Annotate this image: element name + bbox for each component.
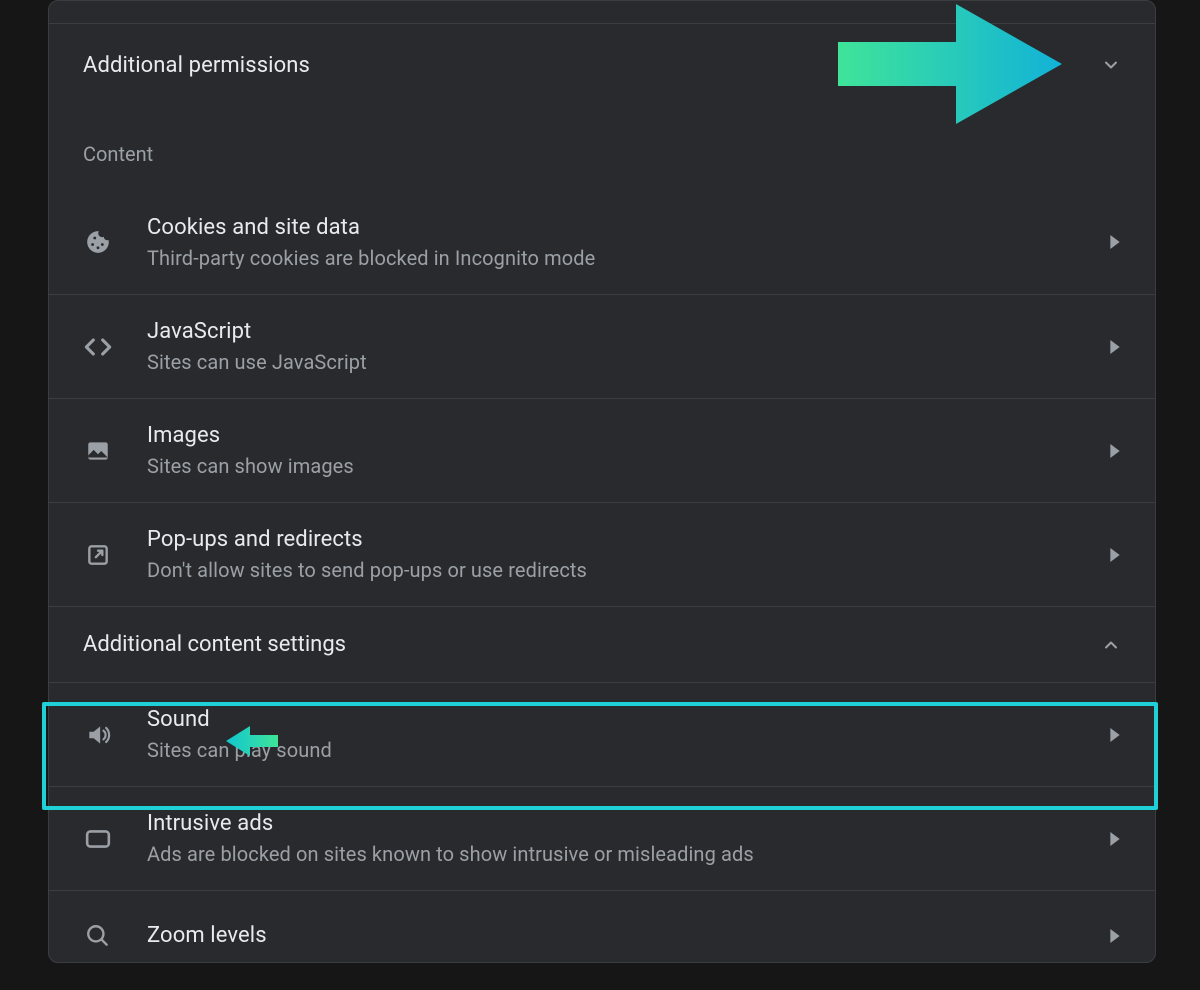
image-icon — [83, 438, 113, 464]
search-icon — [83, 923, 113, 949]
content-item-zoom-levels[interactable]: Zoom levels — [49, 890, 1155, 962]
content-item-subtitle: Sites can use JavaScript — [147, 350, 367, 374]
content-item-title: Intrusive ads — [147, 811, 754, 836]
chevron-right-icon — [1109, 548, 1121, 562]
content-item-subtitle: Sites can show images — [147, 454, 354, 478]
content-item-subtitle: Third-party cookies are blocked in Incog… — [147, 246, 595, 270]
chevron-right-icon — [1109, 340, 1121, 354]
cookie-icon — [83, 229, 113, 255]
content-item-subtitle: Ads are blocked on sites known to show i… — [147, 842, 754, 866]
content-item-sound[interactable]: Sound Sites can play sound — [49, 682, 1155, 786]
content-item-title: Pop-ups and redirects — [147, 527, 587, 552]
additional-content-settings-label: Additional content settings — [83, 632, 346, 657]
additional-permissions-label: Additional permissions — [83, 53, 310, 78]
additional-permissions-row[interactable]: Additional permissions — [49, 24, 1155, 106]
additional-content-settings-row[interactable]: Additional content settings — [49, 606, 1155, 682]
content-item-title: JavaScript — [147, 319, 367, 344]
code-icon — [83, 337, 113, 357]
content-item-title: Images — [147, 423, 354, 448]
content-item-title: Zoom levels — [147, 923, 267, 948]
content-item-intrusive-ads[interactable]: Intrusive ads Ads are blocked on sites k… — [49, 786, 1155, 890]
chevron-right-icon — [1109, 832, 1121, 846]
volume-icon — [83, 722, 113, 748]
content-item-subtitle: Don't allow sites to send pop-ups or use… — [147, 558, 587, 582]
rectangle-icon — [83, 828, 113, 850]
content-item-title: Cookies and site data — [147, 215, 595, 240]
content-item-title: Sound — [147, 707, 332, 732]
content-header: Content — [49, 106, 1155, 190]
content-item-subtitle: Sites can play sound — [147, 738, 332, 762]
content-item-javascript[interactable]: JavaScript Sites can use JavaScript — [49, 294, 1155, 398]
content-item-cookies[interactable]: Cookies and site data Third-party cookie… — [49, 190, 1155, 294]
chevron-right-icon — [1109, 929, 1121, 943]
content-item-images[interactable]: Images Sites can show images — [49, 398, 1155, 502]
chevron-down-icon — [1101, 55, 1121, 75]
chevron-right-icon — [1109, 444, 1121, 458]
chevron-right-icon — [1109, 728, 1121, 742]
open-in-new-icon — [83, 542, 113, 568]
chevron-right-icon — [1109, 235, 1121, 249]
chevron-up-icon — [1101, 635, 1121, 655]
content-item-popups[interactable]: Pop-ups and redirects Don't allow sites … — [49, 502, 1155, 606]
settings-panel: Additional permissions Content Cookies a… — [48, 0, 1156, 963]
